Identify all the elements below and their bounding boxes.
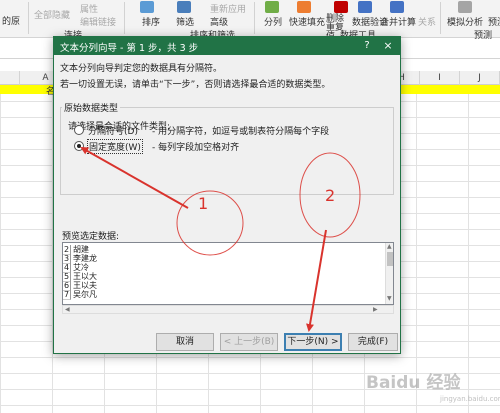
annotation-layer [80,147,361,332]
watermark-url: jingyan.baidu.com [440,395,500,403]
baidu-watermark: Baidu 经验 [366,373,461,393]
annotation-arrow-1 [80,147,189,209]
annotation-number-2: 2 [325,186,336,205]
annotation-arrow-2 [306,229,327,332]
annotation-number-1: 1 [198,194,209,213]
annotation-circle-1 [176,190,244,256]
